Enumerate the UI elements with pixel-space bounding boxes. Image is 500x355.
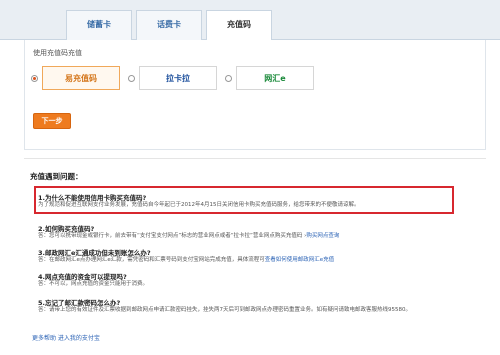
lakala-logo[interactable]: 拉卡拉 xyxy=(139,66,217,90)
option-wanghui[interactable]: 网汇e xyxy=(225,66,314,90)
faq-answer-2: 答：您可以携带现金或银行卡，前去带有“支付宝支付网点”标志的营业网点或者“拉卡拉… xyxy=(38,232,478,240)
faq-answer-5: 答：请带上您的有效证件及汇票收据到邮政网点申请汇款密码挂失，挂失两7天后可到邮政… xyxy=(38,307,412,313)
faq-answer-3-text: 答：在邮政网汇e点办理网汇e汇款，需凭密码和汇票号码到支付宝网站完成充值，具体流… xyxy=(38,257,265,263)
radio-recharge-code[interactable] xyxy=(31,74,38,82)
faq-answer-4: 答：不可以，网点充值的资金只能用于消费。 xyxy=(38,281,149,287)
faq-answer-3: 答：在邮政网汇e点办理网汇e汇款，需凭密码和汇票号码到支付宝网站完成充值，具体流… xyxy=(38,256,478,264)
more-help-link[interactable]: 更多帮助 进入我的支付宝 xyxy=(32,333,100,342)
next-button[interactable]: 下一步 xyxy=(33,113,71,129)
recharge-code-logo[interactable]: 易充值码 xyxy=(42,66,120,90)
wanghui-e-logo[interactable]: 网汇e xyxy=(236,66,314,90)
buy-location-link[interactable]: 购买网点查询 xyxy=(306,233,339,239)
provider-options: 易充值码 拉卡拉 网汇e xyxy=(31,66,322,90)
option-lakala[interactable]: 拉卡拉 xyxy=(128,66,217,90)
faq-answer-1: 为了规范和促进互联网支付业务发展，充值码自今年起已于2012年4月15日关闭信用… xyxy=(38,202,360,208)
faq-answer-2-text: 答：您可以携带现金或银行卡，前去带有“支付宝支付网点”标志的营业网点或者“拉卡拉… xyxy=(38,233,307,239)
tab-debit-card[interactable]: 储蓄卡 xyxy=(66,10,132,40)
payment-tabs: 储蓄卡 话费卡 充值码 xyxy=(66,10,276,41)
tab-phone-card[interactable]: 话费卡 xyxy=(136,10,202,40)
radio-lakala[interactable] xyxy=(128,74,135,82)
faq-title: 充值遇到问题： xyxy=(30,172,83,181)
tab-recharge-code[interactable]: 充值码 xyxy=(206,10,272,41)
recharge-panel: 使用充值码充值 易充值码 拉卡拉 网汇e 下一步 xyxy=(24,40,486,150)
panel-title: 使用充值码充值 xyxy=(33,49,82,57)
option-recharge-code[interactable]: 易充值码 xyxy=(31,66,120,90)
radio-wanghui[interactable] xyxy=(225,74,232,82)
wanghui-guide-link[interactable]: 查看如何使用邮政网汇e充值 xyxy=(265,257,334,263)
faq-section: 充值遇到问题： 1.为什么不能使用信用卡购买充值码? 为了规范和促进互联网支付业… xyxy=(24,158,486,348)
